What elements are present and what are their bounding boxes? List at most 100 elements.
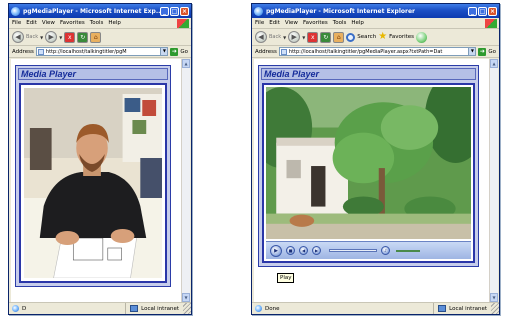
menu-bar: File Edit View Favorites Tools Help — [252, 18, 499, 29]
maximize-button[interactable]: □ — [478, 6, 487, 16]
address-input[interactable]: http://localhost/talkingtitler/pgMediaPl… — [278, 47, 477, 56]
stop-icon[interactable]: x — [307, 31, 319, 43]
page-content: Media Player — [11, 59, 181, 302]
windows-logo-icon — [177, 18, 189, 28]
zone-label: Local intranet — [449, 305, 487, 312]
minimize-button[interactable]: _ — [468, 6, 477, 16]
chevron-down-icon[interactable]: ▼ — [283, 35, 286, 40]
menu-file[interactable]: File — [12, 20, 21, 26]
home-icon[interactable]: ⌂ — [333, 31, 345, 43]
title-bar[interactable]: pgMediaPlayer - Microsoft Internet Exp..… — [9, 4, 191, 18]
forward-icon[interactable]: ▶ — [45, 31, 58, 43]
player-controls: ▶ ■ ◀ ▶ ♪ — [266, 241, 471, 259]
go-button[interactable]: Go — [488, 49, 499, 55]
ie-icon — [11, 6, 20, 16]
close-button[interactable]: × — [488, 6, 497, 16]
favorites-icon[interactable]: ★ — [378, 32, 387, 42]
menu-favorites[interactable]: Favorites — [60, 20, 85, 26]
browser-window-2: pgMediaPlayer - Microsoft Internet Explo… — [251, 3, 500, 315]
window-title: pgMediaPlayer - Microsoft Internet Explo… — [266, 7, 416, 15]
scroll-up-icon[interactable]: ▲ — [182, 59, 190, 68]
menu-bar: File Edit View Favorites Tools Help — [9, 18, 191, 29]
menu-edit[interactable]: Edit — [269, 20, 280, 26]
chevron-down-icon[interactable]: ▼ — [40, 35, 43, 40]
panel-title: Media Player — [261, 68, 476, 80]
vertical-scrollbar[interactable]: ▲ ▼ — [489, 59, 498, 302]
address-label: Address — [12, 48, 34, 55]
go-button[interactable]: Go — [180, 49, 191, 55]
scroll-down-icon[interactable]: ▼ — [182, 293, 190, 302]
menu-edit[interactable]: Edit — [26, 20, 37, 26]
refresh-icon[interactable]: ↻ — [320, 31, 332, 43]
menu-tools[interactable]: Tools — [333, 20, 347, 26]
page-icon — [37, 48, 44, 55]
previous-icon[interactable]: ◀ — [299, 246, 308, 255]
menu-help[interactable]: Help — [351, 20, 364, 26]
page-icon — [280, 48, 287, 55]
address-bar: Address http://localhost/talkingtitler/p… — [9, 46, 191, 58]
scroll-down-icon[interactable]: ▼ — [490, 293, 498, 302]
back-label[interactable]: Back — [269, 34, 281, 40]
address-input[interactable]: http://localhost/talkingtitler/pgM ▼ — [35, 47, 169, 56]
chevron-down-icon[interactable]: ▼ — [160, 48, 168, 55]
photo-man-at-desk — [24, 88, 162, 278]
chevron-down-icon[interactable]: ▼ — [468, 48, 476, 55]
address-bar: Address http://localhost/talkingtitler/p… — [252, 46, 499, 58]
mute-icon[interactable]: ♪ — [381, 246, 390, 255]
search-icon[interactable] — [346, 32, 356, 42]
media-frame: ▶ ■ ◀ ▶ ♪ — [262, 83, 475, 263]
address-label: Address — [255, 48, 277, 55]
intranet-zone-icon — [438, 305, 447, 312]
home-icon[interactable]: ⌂ — [90, 31, 102, 43]
chevron-down-icon[interactable]: ▼ — [59, 35, 62, 40]
volume-slider[interactable] — [396, 249, 420, 252]
minimize-button[interactable]: _ — [160, 6, 169, 16]
media-player-panel: Media Player — [15, 65, 171, 287]
media-frame — [19, 83, 167, 283]
back-label[interactable]: Back — [26, 34, 38, 40]
menu-favorites[interactable]: Favorites — [303, 20, 328, 26]
toolbar: ◀ Back ▼ ▶ ▼ x ↻ ⌂ Search ★ Favorites — [252, 29, 499, 46]
resize-grip-icon[interactable] — [491, 303, 499, 314]
status-bar: Done Local intranet — [252, 302, 499, 314]
close-button[interactable]: × — [180, 6, 189, 16]
page-status-icon — [255, 305, 262, 312]
refresh-icon[interactable]: ↻ — [77, 31, 89, 43]
intranet-zone-icon — [130, 305, 139, 312]
menu-view[interactable]: View — [42, 20, 55, 26]
window-title: pgMediaPlayer - Microsoft Internet Exp..… — [23, 7, 160, 15]
chevron-down-icon[interactable]: ▼ — [302, 35, 305, 40]
menu-view[interactable]: View — [285, 20, 298, 26]
ie-icon — [254, 6, 263, 16]
play-icon[interactable]: ▶ — [270, 244, 282, 257]
search-button[interactable]: Search — [357, 34, 376, 40]
toolbar: ◀ Back ▼ ▶ ▼ x ↻ ⌂ — [9, 29, 191, 46]
windows-logo-icon — [485, 18, 497, 28]
status-bar: D Local intranet — [9, 302, 191, 314]
media-player-panel: Media Player — [258, 65, 479, 267]
title-bar[interactable]: pgMediaPlayer - Microsoft Internet Explo… — [252, 4, 499, 18]
go-arrow-icon[interactable]: ➜ — [170, 47, 179, 56]
menu-help[interactable]: Help — [108, 20, 121, 26]
panel-title: Media Player — [18, 68, 168, 80]
resize-grip-icon[interactable] — [183, 303, 191, 314]
address-value[interactable]: http://localhost/talkingtitler/pgMediaPl… — [289, 49, 468, 55]
seek-bar[interactable] — [329, 249, 377, 252]
media-icon[interactable] — [416, 31, 428, 43]
play-tooltip: Play — [277, 273, 295, 283]
stop-icon[interactable]: ■ — [286, 246, 295, 255]
favorites-button[interactable]: Favorites — [389, 34, 414, 40]
maximize-button[interactable]: □ — [170, 6, 179, 16]
go-arrow-icon[interactable]: ➜ — [478, 47, 487, 56]
address-value[interactable]: http://localhost/talkingtitler/pgM — [46, 49, 160, 55]
vertical-scrollbar[interactable]: ▲ ▼ — [181, 59, 190, 302]
back-icon[interactable]: ◀ — [255, 31, 267, 43]
next-icon[interactable]: ▶ — [312, 246, 321, 255]
scroll-up-icon[interactable]: ▲ — [490, 59, 498, 68]
forward-icon[interactable]: ▶ — [288, 31, 301, 43]
stop-icon[interactable]: x — [64, 31, 76, 43]
menu-file[interactable]: File — [255, 20, 264, 26]
menu-tools[interactable]: Tools — [90, 20, 104, 26]
page-status-icon — [12, 305, 19, 312]
back-icon[interactable]: ◀ — [12, 31, 24, 43]
